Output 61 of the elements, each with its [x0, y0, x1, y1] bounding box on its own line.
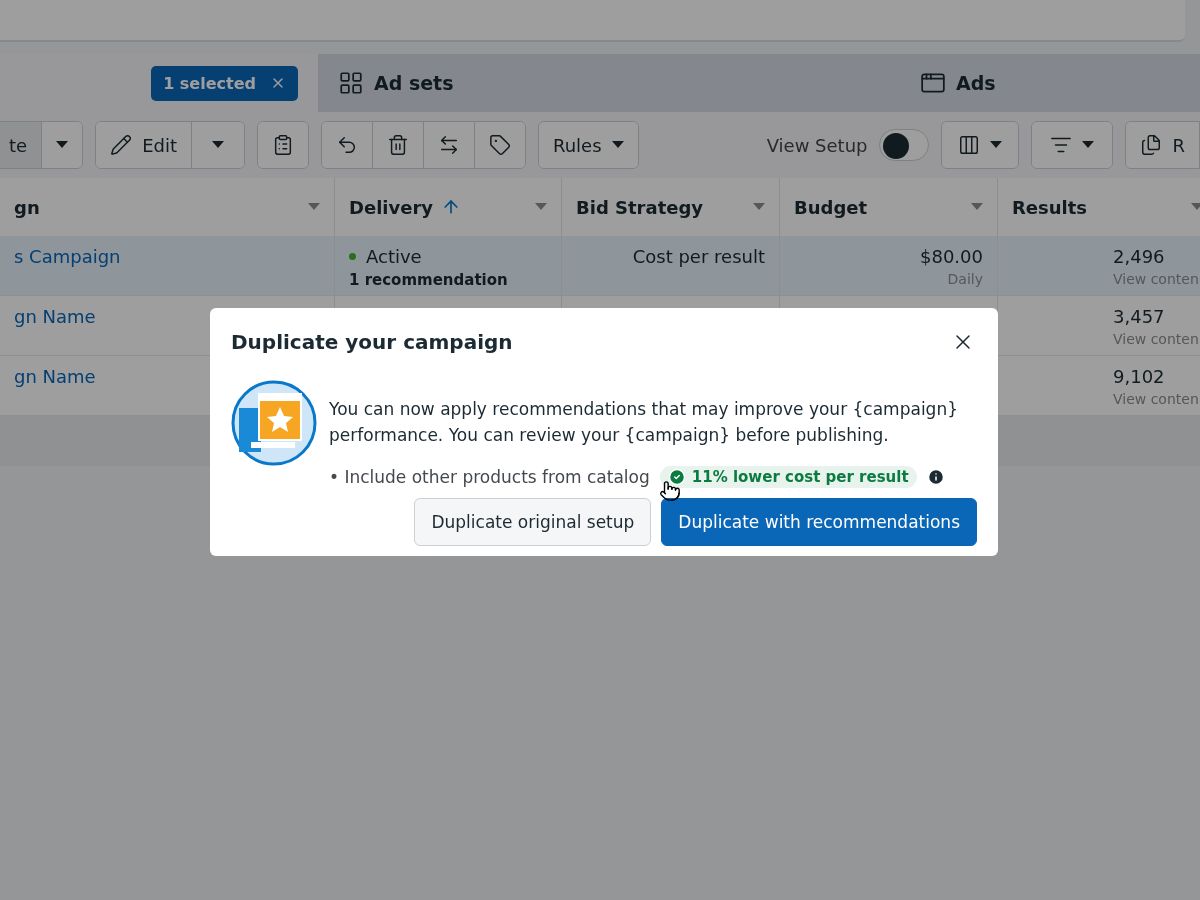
- info-icon[interactable]: [926, 468, 945, 486]
- tab[interactable]: Ad sets: [318, 54, 900, 112]
- breakdown-button[interactable]: [1032, 122, 1113, 168]
- table-cell: 9,102: [1113, 366, 1165, 387]
- tab[interactable]: Ads: [900, 54, 1200, 112]
- pencil-icon: [110, 134, 133, 156]
- caret-icon[interactable]: [535, 203, 547, 211]
- clipboard-icon: [272, 134, 294, 156]
- view-setup-switch[interactable]: [879, 129, 930, 161]
- caret-icon: [1082, 141, 1095, 149]
- column-header[interactable]: Budget: [780, 178, 998, 236]
- caret-icon[interactable]: [753, 203, 765, 211]
- tab-label[interactable]: Ad sets: [374, 72, 454, 94]
- clipboard-button[interactable]: [258, 122, 308, 168]
- table-cell: Cost per result: [632, 246, 765, 267]
- dropdown-button[interactable]: [41, 122, 83, 168]
- selection-badge[interactable]: 1 selected: [151, 65, 298, 101]
- recommendation-note: 1 recommendation: [349, 271, 508, 289]
- recommendation-item: • Include other products from catalog: [329, 467, 650, 487]
- caret-icon[interactable]: [308, 203, 320, 211]
- results-note: View conten: [1113, 391, 1199, 407]
- primary-button[interactable]: Duplicate with recommendations: [661, 498, 977, 546]
- caret-icon[interactable]: [1191, 203, 1200, 211]
- campaign-link[interactable]: gn Name: [14, 306, 96, 327]
- caret-icon: [56, 141, 69, 149]
- results-note: View conten: [1113, 331, 1199, 347]
- window-icon: [920, 70, 946, 96]
- campaign-link[interactable]: gn Name: [14, 366, 96, 387]
- results-note: View conten: [1113, 271, 1199, 287]
- view-setup-label: View Setup: [766, 134, 868, 156]
- trash-icon: [387, 134, 409, 156]
- caret-icon[interactable]: [971, 203, 983, 211]
- files-icon: [1140, 134, 1163, 156]
- create-button[interactable]: te: [0, 122, 42, 168]
- columns-button[interactable]: [942, 122, 1019, 168]
- table-cell: 2,496: [1113, 246, 1165, 267]
- column-header[interactable]: gn: [0, 178, 335, 236]
- secondary-button[interactable]: Duplicate original setup: [414, 498, 652, 546]
- rules-button[interactable]: Rules: [539, 122, 638, 168]
- check-icon: [667, 468, 686, 486]
- caret-icon: [611, 141, 624, 149]
- status-dot: [349, 253, 356, 260]
- status-text: Active: [366, 246, 422, 267]
- grid-icon: [338, 70, 364, 96]
- swap-icon: [438, 134, 460, 156]
- column-header[interactable]: Bid Strategy: [562, 178, 780, 236]
- tab-label[interactable]: Ads: [956, 72, 996, 94]
- table-row[interactable]: s Campaign: [0, 236, 335, 296]
- column-header[interactable]: Delivery: [335, 178, 562, 236]
- savings-badge: 11% lower cost per result: [659, 466, 917, 488]
- budget-note: Daily: [947, 271, 983, 287]
- tag-button[interactable]: [474, 122, 525, 168]
- campaign-link[interactable]: s Campaign: [14, 246, 121, 267]
- caret-icon: [212, 141, 224, 149]
- tag-icon: [489, 134, 511, 156]
- undo-icon: [336, 134, 358, 156]
- table-cell: 3,457: [1113, 306, 1165, 327]
- table-cell: $80.00: [920, 246, 983, 267]
- caret-icon: [990, 141, 1003, 149]
- column-header[interactable]: Results: [998, 178, 1200, 236]
- columns-icon: [958, 134, 981, 156]
